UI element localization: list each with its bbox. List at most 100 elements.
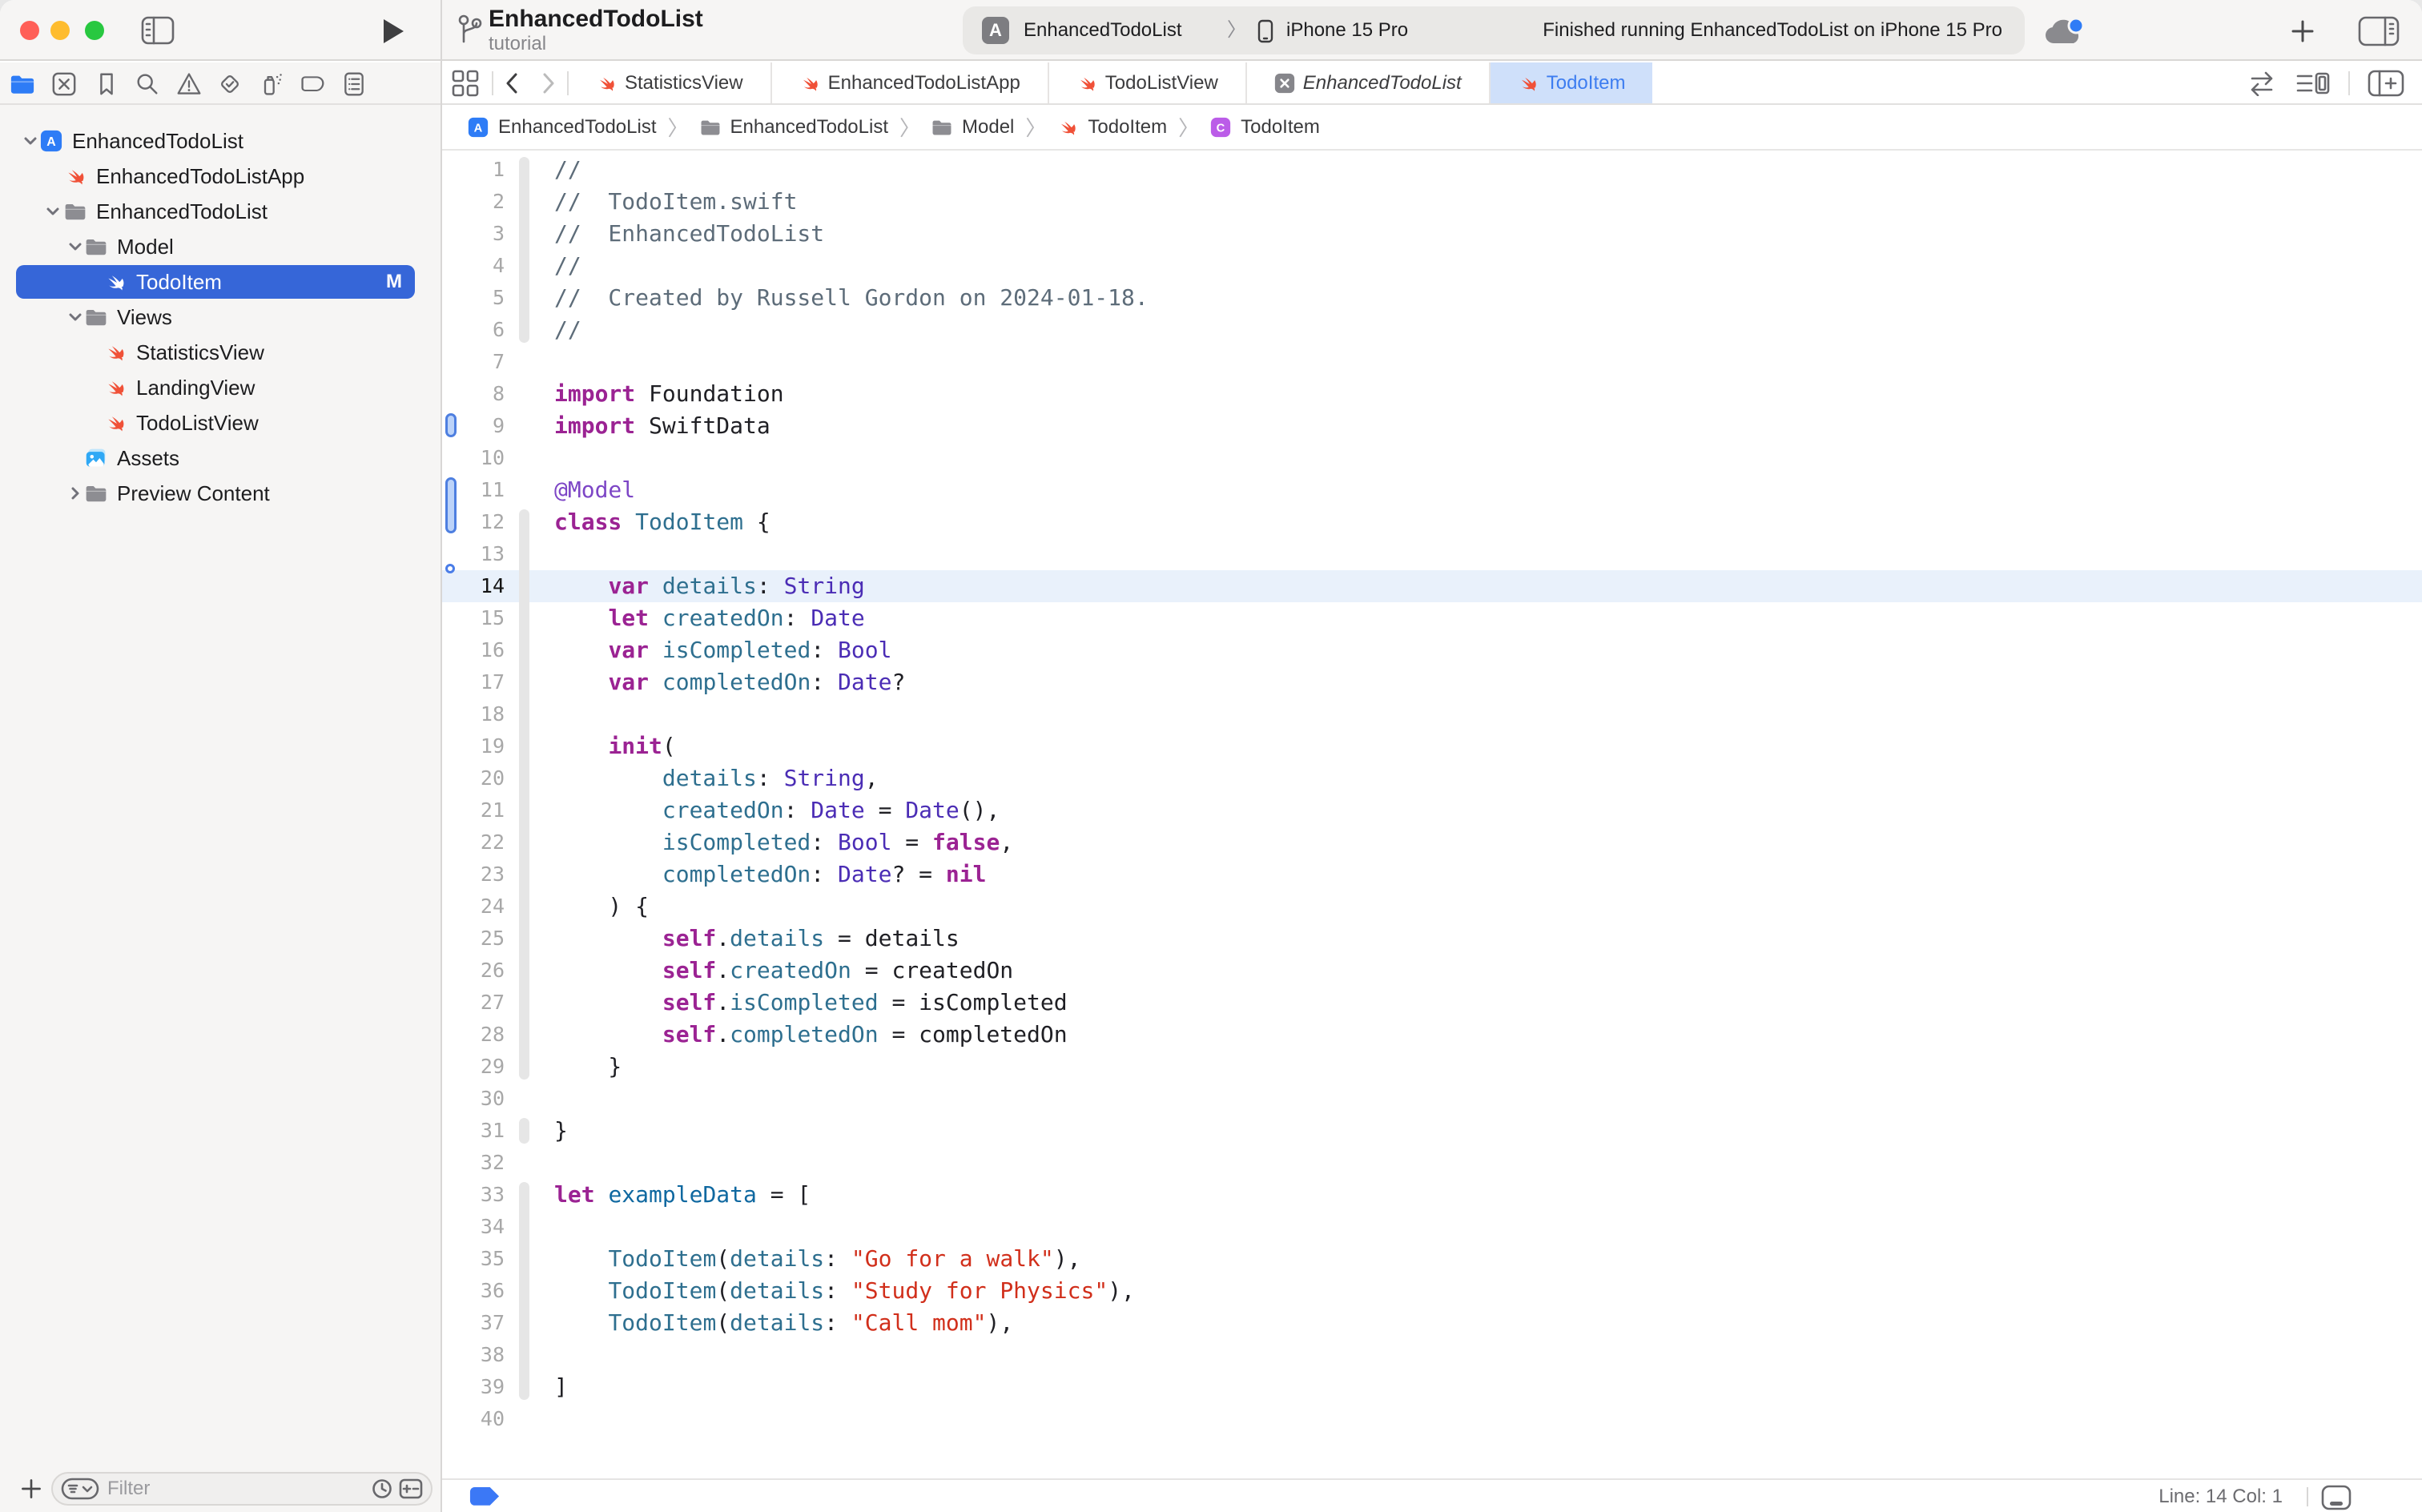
cloud-status-icon[interactable] <box>2041 13 2087 48</box>
line-number[interactable]: 32 <box>442 1147 505 1179</box>
forward-button[interactable] <box>538 71 559 95</box>
scm-filter-icon[interactable] <box>399 1478 423 1499</box>
editor-mode-icon[interactable] <box>2321 1485 2352 1510</box>
line-number[interactable]: 18 <box>442 698 505 730</box>
sidebar-item-EnhancedTodoListApp[interactable]: EnhancedTodoListApp <box>0 159 441 194</box>
sidebar-item-Model[interactable]: Model <box>0 229 441 264</box>
minimize-window-button[interactable] <box>50 21 70 40</box>
line-number[interactable]: 19 <box>442 730 505 762</box>
chevron-down-icon[interactable] <box>64 306 86 328</box>
run-button[interactable] <box>381 18 405 45</box>
line-number[interactable]: 9 <box>442 410 505 442</box>
line-number[interactable]: 36 <box>442 1275 505 1307</box>
sidebar-item-Assets[interactable]: Assets <box>0 440 441 476</box>
sidebar-item-Preview-Content[interactable]: Preview Content <box>0 476 441 511</box>
run-destination[interactable]: iPhone 15 Pro <box>1286 6 1408 54</box>
line-number[interactable]: 37 <box>442 1307 505 1339</box>
sidebar-item-EnhancedTodoList[interactable]: AEnhancedTodoList <box>0 123 441 159</box>
navigator-tab-bookmarks-navigator[interactable] <box>94 71 119 97</box>
code-fold-ribbon[interactable] <box>519 1118 529 1144</box>
line-number[interactable]: 38 <box>442 1339 505 1371</box>
line-number[interactable]: 17 <box>442 666 505 698</box>
filter-field[interactable] <box>51 1472 432 1506</box>
code-fold-ribbon[interactable] <box>519 1182 529 1400</box>
navigator-tab-project-navigator[interactable] <box>10 71 35 97</box>
code-line[interactable]: let exampleData = [ <box>554 1179 811 1211</box>
chevron-down-icon[interactable] <box>64 235 86 258</box>
line-number[interactable]: 5 <box>442 282 505 314</box>
line-number[interactable]: 1 <box>442 154 505 186</box>
breakpoint-indicator-icon[interactable] <box>469 1486 503 1507</box>
scheme-name[interactable]: EnhancedTodoList <box>1024 6 1181 54</box>
code-line[interactable]: self.createdOn = createdOn <box>554 955 1013 987</box>
line-number[interactable]: 22 <box>442 826 505 859</box>
chevron-right-icon[interactable] <box>64 482 86 505</box>
code-line[interactable]: // Created by Russell Gordon on 2024-01-… <box>554 282 1149 314</box>
line-number[interactable]: 3 <box>442 218 505 250</box>
code-line[interactable]: class TodoItem { <box>554 506 770 538</box>
tab-TodoItem[interactable]: TodoItem <box>1491 62 1653 103</box>
code-line[interactable]: ] <box>554 1371 568 1403</box>
breadcrumb-item-TodoItem[interactable]: CTodoItem <box>1210 116 1320 139</box>
code-line[interactable]: init( <box>554 730 676 762</box>
line-number[interactable]: 25 <box>442 923 505 955</box>
zoom-window-button[interactable] <box>85 21 104 40</box>
code-line[interactable]: let createdOn: Date <box>554 602 865 634</box>
code-line[interactable]: // <box>554 154 581 186</box>
line-number[interactable]: 7 <box>442 346 505 378</box>
code-line[interactable]: details: String, <box>554 762 879 794</box>
code-area[interactable]: 1 // 2 // TodoItem.swift 3 // EnhancedTodoLis… <box>442 152 2422 1478</box>
line-number[interactable]: 20 <box>442 762 505 794</box>
breadcrumb-item-TodoItem[interactable]: TodoItem <box>1057 116 1167 139</box>
line-number[interactable]: 14 <box>442 570 505 602</box>
code-line[interactable]: completedOn: Date? = nil <box>554 859 986 891</box>
line-number[interactable]: 40 <box>442 1403 505 1435</box>
filter-icon[interactable] <box>61 1478 99 1500</box>
line-number[interactable]: 6 <box>442 314 505 346</box>
code-review-icon[interactable] <box>2246 70 2278 96</box>
line-number[interactable]: 4 <box>442 250 505 282</box>
line-number[interactable]: 2 <box>442 186 505 218</box>
code-line[interactable]: self.isCompleted = isCompleted <box>554 987 1068 1019</box>
line-number[interactable]: 16 <box>442 634 505 666</box>
tab-EnhancedTodoList[interactable]: EnhancedTodoList <box>1247 62 1489 103</box>
navigator-tab-tests-navigator[interactable] <box>217 71 243 97</box>
code-line[interactable]: // <box>554 314 581 346</box>
line-number[interactable]: 35 <box>442 1243 505 1275</box>
line-number[interactable]: 13 <box>442 538 505 570</box>
recent-filter-icon[interactable] <box>372 1478 392 1499</box>
sidebar-item-EnhancedTodoList[interactable]: EnhancedTodoList <box>0 194 441 229</box>
filter-input[interactable] <box>106 1475 330 1502</box>
code-line[interactable]: createdOn: Date = Date(), <box>554 794 1000 826</box>
chevron-down-icon[interactable] <box>19 130 42 152</box>
line-number[interactable]: 26 <box>442 955 505 987</box>
chevron-down-icon[interactable] <box>42 200 64 223</box>
sidebar-item-TodoItem[interactable]: TodoItemM <box>0 264 441 300</box>
line-number[interactable]: 8 <box>442 378 505 410</box>
code-line[interactable]: // EnhancedTodoList <box>554 218 824 250</box>
line-number[interactable]: 31 <box>442 1115 505 1147</box>
line-number[interactable]: 28 <box>442 1019 505 1051</box>
code-fold-ribbon[interactable] <box>519 509 529 1080</box>
code-line[interactable]: } <box>554 1051 622 1083</box>
code-line[interactable]: // TodoItem.swift <box>554 186 797 218</box>
code-line[interactable]: self.completedOn = completedOn <box>554 1019 1068 1051</box>
add-editor-icon[interactable] <box>2368 69 2404 98</box>
line-number[interactable]: 23 <box>442 859 505 891</box>
navigator-tab-breakpoints-navigator[interactable] <box>300 71 325 97</box>
navigator-tab-debug-navigator[interactable] <box>259 71 284 97</box>
code-line[interactable]: ) { <box>554 891 649 923</box>
add-file-button[interactable] <box>19 1477 43 1501</box>
code-line[interactable]: import Foundation <box>554 378 784 410</box>
close-window-button[interactable] <box>20 21 39 40</box>
scheme-selector[interactable]: A EnhancedTodoList 〉 iPhone 15 Pro Finis… <box>963 6 2025 54</box>
sidebar-item-Views[interactable]: Views <box>0 300 441 335</box>
navigator-tab-find-navigator[interactable] <box>135 71 160 97</box>
line-number[interactable]: 24 <box>442 891 505 923</box>
code-line[interactable]: var isCompleted: Bool <box>554 634 891 666</box>
code-line[interactable]: var completedOn: Date? <box>554 666 905 698</box>
related-items-icon[interactable] <box>450 68 481 99</box>
line-number[interactable]: 11 <box>442 474 505 506</box>
line-number[interactable]: 12 <box>442 506 505 538</box>
navigator-tab-source-control-navigator[interactable] <box>51 71 77 97</box>
